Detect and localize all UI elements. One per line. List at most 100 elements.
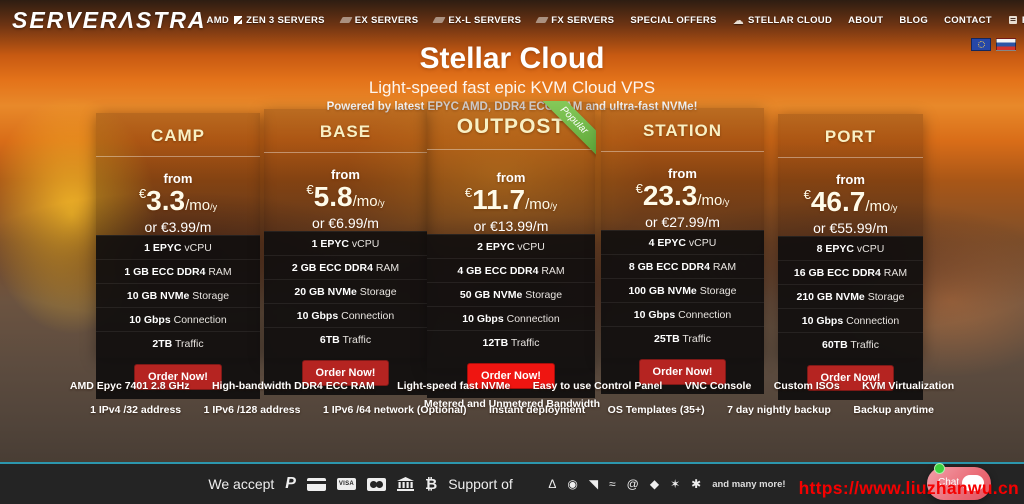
freebsd-icon: ≈ [609, 478, 616, 490]
paypal-icon: P [285, 475, 296, 493]
plan-alt-price: or €6.99/m [264, 215, 427, 231]
server-icon [339, 17, 352, 23]
plan-name: PORT [778, 127, 923, 147]
plan-feature-storage: 210 GB NVMe Storage [778, 284, 923, 308]
online-status-dot [934, 463, 945, 474]
fedora-icon: ◉ [567, 478, 577, 490]
feature-item: Light-speed fast NVMe [397, 380, 510, 392]
feature-item: 1 IPv6 /64 network (Optional) [323, 404, 467, 416]
server-icon [433, 17, 446, 23]
bank-icon [397, 477, 414, 491]
nav-item-faq[interactable]: FAQ [1008, 15, 1024, 26]
plan-price: €3.3/mo/y [96, 187, 260, 215]
feature-item: Instant deployment [489, 404, 585, 416]
watermark-url: https://www.liuzhanwu.cn [799, 478, 1019, 499]
feature-item: 7 day nightly backup [727, 404, 831, 416]
pricing-card-base: BASE from €5.8/mo/y or €6.99/m 1 EPYC vC… [264, 109, 427, 358]
plan-alt-price: or €13.99/m [427, 218, 595, 234]
plan-feature-connection: 10 Gbps Connection [601, 302, 764, 326]
visa-icon: VISA [337, 478, 356, 490]
feature-item: VNC Console [685, 380, 752, 392]
eu-flag[interactable] [971, 38, 991, 51]
plan-feature-cpu: 2 EPYC vCPU [427, 234, 595, 258]
divider [778, 157, 923, 158]
plan-feature-traffic: 2TB Traffic [96, 331, 260, 355]
feature-item: Custom ISOs [774, 380, 840, 392]
from-label: from [601, 166, 764, 181]
plan-feature-storage: 100 GB NVMe Storage [601, 278, 764, 302]
bitcoin-icon: ₿ [425, 476, 437, 493]
linux-distro-icon: Δ [548, 478, 556, 490]
plan-feature-ram: 1 GB ECC DDR4 RAM [96, 259, 260, 283]
page-title: Stellar Cloud [0, 42, 1024, 76]
divider [264, 152, 427, 153]
plan-feature-traffic: 6TB Traffic [264, 327, 427, 351]
serverastra-logo[interactable]: SERVERΛSTRA [12, 7, 207, 34]
pricing-card-station: STATION from €23.3/mo/y or €27.99/m 4 EP… [601, 108, 764, 358]
plan-name: STATION [601, 121, 764, 141]
nav-item-fx-servers[interactable]: FX SERVERS [537, 15, 614, 26]
plan-feature-connection: 10 Gbps Connection [778, 308, 923, 332]
plan-alt-price: or €55.99/m [778, 220, 923, 236]
nav-item-amd-zen3-servers[interactable]: AMD ZEN 3 SERVERS [207, 15, 325, 26]
plan-feature-traffic: 60TB Traffic [778, 332, 923, 356]
plan-alt-price: or €27.99/m [601, 214, 764, 230]
credit-card-icon [307, 478, 326, 491]
nav-item-about[interactable]: ABOUT [848, 15, 883, 26]
pricing-card-camp: CAMP from €3.3/mo/y or €3.99/m 1 EPYC vC… [96, 113, 260, 358]
from-label: from [427, 170, 595, 185]
from-label: from [778, 172, 923, 187]
centos-icon: ✱ [691, 478, 701, 490]
feature-item: Easy to use Control Panel [533, 380, 663, 392]
nav-item-blog[interactable]: BLOG [899, 15, 928, 26]
arch-flag-icon: ◥ [589, 478, 598, 490]
plan-feature-cpu: 4 EPYC vCPU [601, 230, 764, 254]
feature-item: High-bandwidth DDR4 ECC RAM [212, 380, 375, 392]
feature-strip-row2: 1 IPv4 /32 address 1 IPv6 /128 address 1… [0, 400, 1024, 418]
nav-item-stellar-cloud[interactable]: ☁ STELLAR CLOUD [733, 14, 832, 27]
plan-feature-traffic: 12TB Traffic [427, 330, 595, 354]
plan-feature-cpu: 1 EPYC vCPU [264, 231, 427, 255]
amd-logo-text: AMD [207, 15, 230, 26]
feature-item: 1 IPv4 /32 address [90, 404, 181, 416]
plan-feature-ram: 4 GB ECC DDR4 RAM [427, 258, 595, 282]
plan-feature-storage: 10 GB NVMe Storage [96, 283, 260, 307]
pricing-card-outpost: Popular OUTPOST from €11.7/mo/y or €13.9… [427, 102, 595, 368]
plan-feature-ram: 2 GB ECC DDR4 RAM [264, 255, 427, 279]
nav-item-ex-servers[interactable]: EX SERVERS [341, 15, 419, 26]
plan-feature-connection: 10 Gbps Connection [264, 303, 427, 327]
plan-name: CAMP [96, 126, 260, 146]
ru-flag[interactable] [996, 38, 1016, 51]
plan-feature-connection: 10 Gbps Connection [96, 307, 260, 331]
plan-price: €11.7/mo/y [427, 186, 595, 214]
pricing-card-port: PORT from €46.7/mo/y or €55.99/m 8 EPYC … [778, 114, 923, 358]
plan-price: €23.3/mo/y [601, 182, 764, 210]
book-icon [1008, 15, 1018, 25]
from-label: from [264, 167, 427, 182]
server-icon [536, 17, 549, 23]
amd-logo-icon [234, 16, 242, 24]
plan-feature-storage: 20 GB NVMe Storage [264, 279, 427, 303]
top-nav: SERVERΛSTRA AMD ZEN 3 SERVERS EX SERVERS… [0, 0, 1024, 40]
cloud-icon: ☁ [733, 14, 744, 27]
nav-item-contact[interactable]: CONTACT [944, 15, 992, 26]
mastercard-icon [367, 478, 386, 491]
plan-feature-connection: 10 Gbps Connection [427, 306, 595, 330]
opensuse-icon: ✶ [670, 478, 680, 490]
support-of-label: Support of [448, 476, 513, 492]
plan-feature-ram: 16 GB ECC DDR4 RAM [778, 260, 923, 284]
feature-item: KVM Virtualization [862, 380, 954, 392]
nav-menu: AMD ZEN 3 SERVERS EX SERVERS EX-L SERVER… [207, 14, 1024, 27]
gentoo-icon: ◆ [650, 478, 659, 490]
many-more-label: and many more! [712, 479, 785, 490]
nav-item-exl-servers[interactable]: EX-L SERVERS [434, 15, 521, 26]
plan-feature-storage: 50 GB NVMe Storage [427, 282, 595, 306]
plan-feature-cpu: 8 EPYC vCPU [778, 236, 923, 260]
nav-item-special-offers[interactable]: SPECIAL OFFERS [630, 15, 716, 26]
page-subtitle: Light-speed fast epic KVM Cloud VPS [0, 78, 1024, 98]
feature-item: 1 IPv6 /128 address [204, 404, 301, 416]
plan-feature-traffic: 25TB Traffic [601, 326, 764, 350]
plan-price: €5.8/mo/y [264, 183, 427, 211]
feature-item: Backup anytime [853, 404, 934, 416]
feature-item: AMD Epyc 7401 2.8 GHz [70, 380, 190, 392]
